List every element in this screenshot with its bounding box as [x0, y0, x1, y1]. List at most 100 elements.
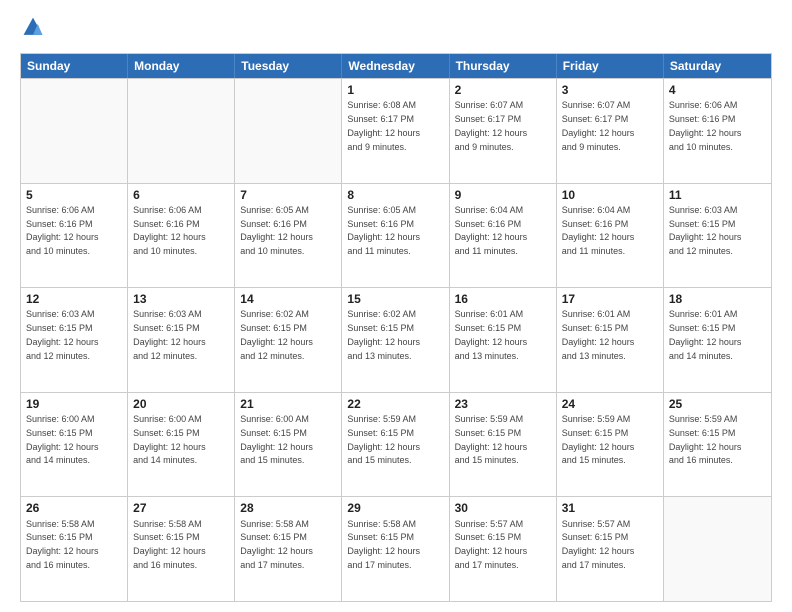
- calendar-cell: 22 Sunrise: 5:59 AMSunset: 6:15 PMDayligh…: [342, 393, 449, 497]
- cell-info: Sunrise: 6:02 AMSunset: 6:15 PMDaylight:…: [240, 309, 313, 360]
- day-number: 11: [669, 187, 766, 203]
- header-day-thursday: Thursday: [450, 54, 557, 78]
- day-number: 27: [133, 500, 229, 516]
- day-number: 23: [455, 396, 551, 412]
- day-number: 4: [669, 82, 766, 98]
- calendar-cell: 7 Sunrise: 6:05 AMSunset: 6:16 PMDaylight…: [235, 184, 342, 288]
- day-number: 24: [562, 396, 658, 412]
- day-number: 1: [347, 82, 443, 98]
- cell-info: Sunrise: 6:00 AMSunset: 6:15 PMDaylight:…: [26, 414, 99, 465]
- day-number: 12: [26, 291, 122, 307]
- calendar-cell: [235, 79, 342, 183]
- day-number: 30: [455, 500, 551, 516]
- header-day-saturday: Saturday: [664, 54, 771, 78]
- cell-info: Sunrise: 5:58 AMSunset: 6:15 PMDaylight:…: [133, 519, 206, 570]
- calendar-cell: 2 Sunrise: 6:07 AMSunset: 6:17 PMDaylight…: [450, 79, 557, 183]
- day-number: 8: [347, 187, 443, 203]
- day-number: 20: [133, 396, 229, 412]
- day-number: 13: [133, 291, 229, 307]
- calendar-cell: 8 Sunrise: 6:05 AMSunset: 6:16 PMDaylight…: [342, 184, 449, 288]
- cell-info: Sunrise: 5:59 AMSunset: 6:15 PMDaylight:…: [562, 414, 635, 465]
- calendar-cell: 9 Sunrise: 6:04 AMSunset: 6:16 PMDaylight…: [450, 184, 557, 288]
- calendar-cell: 24 Sunrise: 5:59 AMSunset: 6:15 PMDayligh…: [557, 393, 664, 497]
- cell-info: Sunrise: 6:02 AMSunset: 6:15 PMDaylight:…: [347, 309, 420, 360]
- day-number: 29: [347, 500, 443, 516]
- cell-info: Sunrise: 6:03 AMSunset: 6:15 PMDaylight:…: [26, 309, 99, 360]
- cell-info: Sunrise: 5:58 AMSunset: 6:15 PMDaylight:…: [347, 519, 420, 570]
- cell-info: Sunrise: 6:03 AMSunset: 6:15 PMDaylight:…: [669, 205, 742, 256]
- cell-info: Sunrise: 6:01 AMSunset: 6:15 PMDaylight:…: [669, 309, 742, 360]
- day-number: 6: [133, 187, 229, 203]
- header-day-sunday: Sunday: [21, 54, 128, 78]
- cell-info: Sunrise: 6:05 AMSunset: 6:16 PMDaylight:…: [240, 205, 313, 256]
- calendar-cell: 6 Sunrise: 6:06 AMSunset: 6:16 PMDaylight…: [128, 184, 235, 288]
- calendar-row-4: 19 Sunrise: 6:00 AMSunset: 6:15 PMDayligh…: [21, 392, 771, 497]
- day-number: 10: [562, 187, 658, 203]
- day-number: 17: [562, 291, 658, 307]
- calendar-cell: 3 Sunrise: 6:07 AMSunset: 6:17 PMDaylight…: [557, 79, 664, 183]
- calendar-cell: 25Sunrise: 5:59 AMSunset: 6:15 PMDayligh…: [664, 393, 771, 497]
- calendar-cell: 18 Sunrise: 6:01 AMSunset: 6:15 PMDayligh…: [664, 288, 771, 392]
- cell-info: Sunrise: 6:01 AMSunset: 6:15 PMDaylight:…: [562, 309, 635, 360]
- cell-info: Sunrise: 6:00 AMSunset: 6:15 PMDaylight:…: [240, 414, 313, 465]
- cell-info: Sunrise: 6:00 AMSunset: 6:15 PMDaylight:…: [133, 414, 206, 465]
- cell-info: Sunrise: 5:57 AMSunset: 6:15 PMDaylight:…: [455, 519, 528, 570]
- calendar-cell: 16Sunrise: 6:01 AMSunset: 6:15 PMDayligh…: [450, 288, 557, 392]
- day-number: 14: [240, 291, 336, 307]
- cell-info: Sunrise: 6:04 AMSunset: 6:16 PMDaylight:…: [455, 205, 528, 256]
- calendar-cell: [664, 497, 771, 601]
- calendar-row-3: 12 Sunrise: 6:03 AMSunset: 6:15 PMDayligh…: [21, 287, 771, 392]
- day-number: 22: [347, 396, 443, 412]
- day-number: 21: [240, 396, 336, 412]
- calendar-row-1: 1 Sunrise: 6:08 AMSunset: 6:17 PMDaylight…: [21, 78, 771, 183]
- header-day-friday: Friday: [557, 54, 664, 78]
- calendar-cell: 30 Sunrise: 5:57 AMSunset: 6:15 PMDayligh…: [450, 497, 557, 601]
- calendar-cell: 31 Sunrise: 5:57 AMSunset: 6:15 PMDayligh…: [557, 497, 664, 601]
- calendar-body: 1 Sunrise: 6:08 AMSunset: 6:17 PMDaylight…: [21, 78, 771, 601]
- calendar-cell: 26Sunrise: 5:58 AMSunset: 6:15 PMDayligh…: [21, 497, 128, 601]
- calendar-cell: 20 Sunrise: 6:00 AMSunset: 6:15 PMDayligh…: [128, 393, 235, 497]
- calendar-cell: 21 Sunrise: 6:00 AMSunset: 6:15 PMDayligh…: [235, 393, 342, 497]
- calendar-cell: 19 Sunrise: 6:00 AMSunset: 6:15 PMDayligh…: [21, 393, 128, 497]
- cell-info: Sunrise: 6:04 AMSunset: 6:16 PMDaylight:…: [562, 205, 635, 256]
- cell-info: Sunrise: 6:07 AMSunset: 6:17 PMDaylight:…: [562, 100, 635, 151]
- page: SundayMondayTuesdayWednesdayThursdayFrid…: [0, 0, 792, 612]
- cell-info: Sunrise: 6:06 AMSunset: 6:16 PMDaylight:…: [26, 205, 99, 256]
- calendar-cell: 10 Sunrise: 6:04 AMSunset: 6:16 PMDayligh…: [557, 184, 664, 288]
- calendar-cell: 23 Sunrise: 5:59 AMSunset: 6:15 PMDayligh…: [450, 393, 557, 497]
- day-number: 18: [669, 291, 766, 307]
- logo: [20, 16, 44, 43]
- day-number: 19: [26, 396, 122, 412]
- day-number: 3: [562, 82, 658, 98]
- header-day-wednesday: Wednesday: [342, 54, 449, 78]
- day-number: 26: [26, 500, 122, 516]
- cell-info: Sunrise: 6:05 AMSunset: 6:16 PMDaylight:…: [347, 205, 420, 256]
- calendar-cell: 1 Sunrise: 6:08 AMSunset: 6:17 PMDaylight…: [342, 79, 449, 183]
- calendar-row-2: 5Sunrise: 6:06 AMSunset: 6:16 PMDaylight…: [21, 183, 771, 288]
- calendar-row-5: 26 Sunrise: 5:58 AMSunset: 6:15 PMDayligh…: [21, 496, 771, 601]
- cell-info: Sunrise: 5:57 AMSunset: 6:15 PMDaylight:…: [562, 519, 635, 570]
- header-day-monday: Monday: [128, 54, 235, 78]
- calendar-cell: 13Sunrise: 6:03 AMSunset: 6:15 PMDayligh…: [128, 288, 235, 392]
- cell-info: Sunrise: 6:08 AMSunset: 6:17 PMDaylight:…: [347, 100, 420, 151]
- cell-info: Sunrise: 5:58 AMSunset: 6:15 PMDaylight:…: [240, 519, 313, 570]
- cell-info: Sunrise: 5:59 AMSunset: 6:15 PMDaylight:…: [669, 414, 742, 465]
- cell-info: Sunrise: 6:06 AMSunset: 6:16 PMDaylight:…: [133, 205, 206, 256]
- calendar-cell: 29 Sunrise: 5:58 AMSunset: 6:15 PMDayligh…: [342, 497, 449, 601]
- day-number: 2: [455, 82, 551, 98]
- calendar-cell: 12 Sunrise: 6:03 AMSunset: 6:15 PMDayligh…: [21, 288, 128, 392]
- calendar-cell: 17 Sunrise: 6:01 AMSunset: 6:15 PMDayligh…: [557, 288, 664, 392]
- day-number: 28: [240, 500, 336, 516]
- logo-icon: [22, 16, 44, 38]
- day-number: 16: [455, 291, 551, 307]
- calendar-cell: 11 Sunrise: 6:03 AMSunset: 6:15 PMDayligh…: [664, 184, 771, 288]
- cell-info: Sunrise: 5:59 AMSunset: 6:15 PMDaylight:…: [455, 414, 528, 465]
- cell-info: Sunrise: 6:07 AMSunset: 6:17 PMDaylight:…: [455, 100, 528, 151]
- calendar-cell: 15Sunrise: 6:02 AMSunset: 6:15 PMDayligh…: [342, 288, 449, 392]
- calendar-cell: 5Sunrise: 6:06 AMSunset: 6:16 PMDaylight…: [21, 184, 128, 288]
- day-number: 31: [562, 500, 658, 516]
- day-number: 9: [455, 187, 551, 203]
- cell-info: Sunrise: 5:59 AMSunset: 6:15 PMDaylight:…: [347, 414, 420, 465]
- calendar-header: SundayMondayTuesdayWednesdayThursdayFrid…: [21, 54, 771, 78]
- day-number: 7: [240, 187, 336, 203]
